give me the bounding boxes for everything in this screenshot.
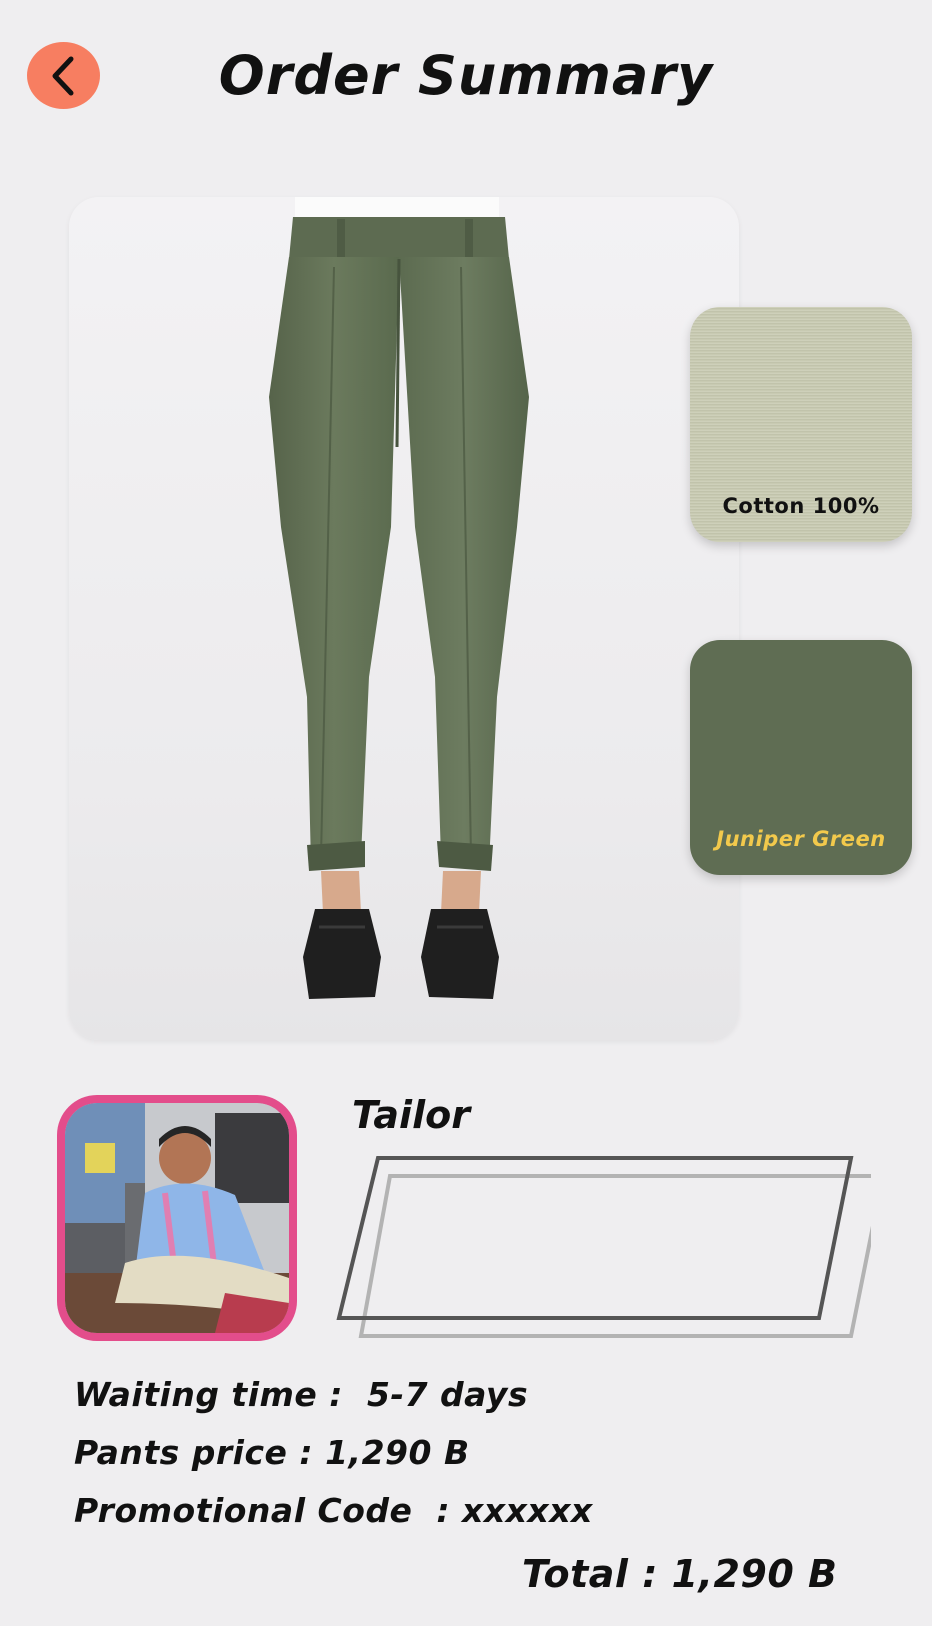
- fabric-swatch[interactable]: Cotton 100%: [690, 307, 912, 542]
- waiting-time-text: Waiting time : 5-7 days: [74, 1375, 529, 1414]
- total-text: Total : 1,290 B: [522, 1552, 838, 1596]
- product-image: [69, 197, 739, 1040]
- tailor-input[interactable]: [335, 1150, 871, 1340]
- tailor-photo-image: [65, 1103, 289, 1333]
- color-label: Juniper Green: [716, 827, 886, 851]
- fabric-label: Cotton 100%: [722, 494, 880, 518]
- tailor-label: Tailor: [352, 1093, 470, 1137]
- page-title: Order Summary: [218, 44, 714, 107]
- promo-code-text: Promotional Code : xxxxxx: [74, 1491, 593, 1530]
- color-swatch[interactable]: Juniper Green: [690, 640, 912, 875]
- tailor-avatar[interactable]: [57, 1095, 297, 1341]
- pants-price-text: Pants price : 1,290 B: [74, 1433, 470, 1472]
